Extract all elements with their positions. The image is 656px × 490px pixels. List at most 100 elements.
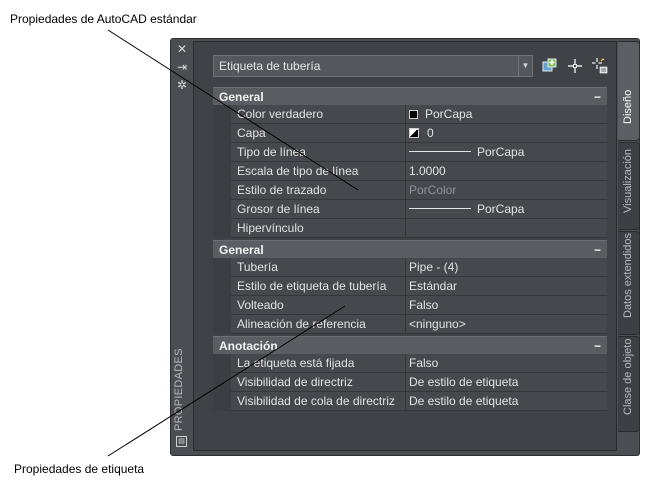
row-gutter [213, 124, 231, 143]
section-header-general-pipe[interactable]: General − [213, 240, 607, 258]
property-value[interactable]: Pipe - (4) [405, 258, 607, 277]
property-name: Alineación de referencia [237, 317, 366, 331]
properties-panel: Etiqueta de tubería ▼ General − Color ve… [193, 41, 617, 451]
palette-tabs: Diseño Visualización Datos extendidos Cl… [618, 39, 640, 455]
property-value[interactable]: De estilo de etiqueta [405, 373, 607, 392]
tab-object-class[interactable]: Clase de objeto [618, 336, 640, 432]
select-objects-button[interactable] [566, 57, 584, 75]
row-gutter [213, 181, 231, 200]
row-gutter [213, 392, 231, 411]
property-name: Capa [237, 126, 266, 140]
property-row-label-pinned[interactable]: La etiqueta está fijada Falso [213, 354, 607, 373]
row-gutter [213, 105, 231, 124]
property-name: Hipervínculo [237, 221, 304, 235]
property-row-lineweight[interactable]: Grosor de línea PorCapa [213, 200, 607, 219]
section-title: Anotación [219, 339, 278, 353]
property-value-text: 0 [427, 126, 434, 140]
callout-label-properties: Propiedades de etiqueta [14, 462, 145, 476]
chevron-down-icon[interactable]: ▼ [518, 56, 532, 76]
object-selector-dropdown[interactable]: Etiqueta de tubería ▼ [213, 55, 533, 77]
property-name: Grosor de línea [237, 202, 320, 216]
property-value[interactable]: PorCapa [405, 200, 607, 219]
property-value: PorColor [405, 181, 607, 200]
collapse-icon[interactable]: − [594, 88, 601, 106]
section-title: General [219, 243, 264, 257]
row-gutter [213, 373, 231, 392]
property-name: Tubería [237, 260, 278, 274]
property-row-linetype[interactable]: Tipo de línea PorCapa [213, 143, 607, 162]
property-value[interactable]: PorCapa [405, 143, 607, 162]
row-gutter [213, 200, 231, 219]
property-row-color[interactable]: Color verdadero PorCapa [213, 105, 607, 124]
property-value[interactable]: PorCapa [405, 105, 607, 124]
row-gutter [213, 258, 231, 277]
select-objects-icon [568, 59, 582, 73]
property-value[interactable]: <ninguno> [405, 315, 607, 334]
property-row-leader-visibility[interactable]: Visibilidad de directriz De estilo de et… [213, 373, 607, 392]
property-value[interactable] [405, 219, 607, 238]
quick-select-icon [592, 58, 608, 74]
section-title: General [219, 90, 264, 104]
property-name: Volteado [237, 298, 284, 312]
properties-palette: ✕ ⇥ ✲ PROPIEDADES ▤ Etiqueta de tubería … [170, 38, 640, 456]
row-gutter [213, 277, 231, 296]
property-sections: General − Color verdadero PorCapa Capa 0… [213, 87, 607, 411]
tab-display[interactable]: Visualización [618, 142, 640, 230]
color-swatch-icon [409, 110, 418, 119]
property-value[interactable]: 1.0000 [405, 162, 607, 181]
property-value-text: PorCapa [477, 145, 525, 159]
property-name: Color verdadero [237, 107, 324, 121]
property-name: Estilo de etiqueta de tubería [237, 279, 387, 293]
property-value[interactable]: 0 [405, 124, 607, 143]
palette-menu-icon[interactable]: ▤ [176, 436, 187, 447]
property-name: Escala de tipo de línea [237, 164, 359, 178]
row-gutter [213, 315, 231, 334]
object-selector-value: Etiqueta de tubería [219, 59, 321, 73]
property-value[interactable]: Falso [405, 296, 607, 315]
property-value[interactable]: Estándar [405, 277, 607, 296]
property-row-linetype-scale[interactable]: Escala de tipo de línea 1.0000 [213, 162, 607, 181]
lineweight-sample-icon [409, 208, 471, 209]
section-header-annotation[interactable]: Anotación − [213, 336, 607, 354]
row-gutter [213, 162, 231, 181]
property-row-layer[interactable]: Capa 0 [213, 124, 607, 143]
tab-design[interactable]: Diseño [618, 41, 640, 141]
property-value[interactable]: Falso [405, 354, 607, 373]
property-row-plot-style[interactable]: Estilo de trazado PorColor [213, 181, 607, 200]
callout-standard-properties: Propiedades de AutoCAD estándar [10, 12, 197, 26]
property-name: Tipo de línea [237, 145, 306, 159]
row-gutter [213, 143, 231, 162]
linetype-sample-icon [409, 151, 471, 152]
property-value-text: PorCapa [425, 107, 473, 121]
tab-extended-data[interactable]: Datos extendidos [618, 231, 640, 335]
pickadd-icon [542, 58, 557, 72]
collapse-icon[interactable]: − [594, 337, 601, 355]
property-name: Estilo de trazado [237, 183, 327, 197]
toggle-pickadd-button[interactable] [541, 57, 559, 75]
close-icon[interactable]: ✕ [175, 42, 189, 56]
tab-label: Visualización [622, 148, 634, 213]
property-name: Visibilidad de cola de directriz [237, 394, 395, 408]
quick-select-button[interactable] [591, 57, 609, 75]
property-row-label-style[interactable]: Estilo de etiqueta de tubería Estándar [213, 277, 607, 296]
property-value[interactable]: De estilo de etiqueta [405, 392, 607, 411]
gear-icon[interactable]: ✲ [175, 78, 189, 92]
property-row-hyperlink[interactable]: Hipervínculo [213, 219, 607, 238]
property-name: Visibilidad de directriz [237, 375, 353, 389]
tab-label: Clase de objeto [622, 338, 634, 415]
layer-icon [409, 128, 419, 138]
section-header-general[interactable]: General − [213, 87, 607, 105]
property-row-flipped[interactable]: Volteado Falso [213, 296, 607, 315]
property-row-leader-tail-visibility[interactable]: Visibilidad de cola de directriz De esti… [213, 392, 607, 411]
property-name: La etiqueta está fijada [237, 356, 355, 370]
property-row-reference-alignment[interactable]: Alineación de referencia <ninguno> [213, 315, 607, 334]
property-row-pipe[interactable]: Tubería Pipe - (4) [213, 258, 607, 277]
property-value-text: PorCapa [477, 202, 525, 216]
palette-title: PROPIEDADES [173, 348, 185, 431]
row-gutter [213, 354, 231, 373]
collapse-icon[interactable]: − [594, 241, 601, 259]
palette-titlebar: ✕ ⇥ ✲ PROPIEDADES ▤ [171, 39, 193, 455]
tab-label: Datos extendidos [622, 233, 634, 318]
auto-hide-icon[interactable]: ⇥ [175, 60, 189, 74]
tab-label: Diseño [622, 89, 634, 124]
